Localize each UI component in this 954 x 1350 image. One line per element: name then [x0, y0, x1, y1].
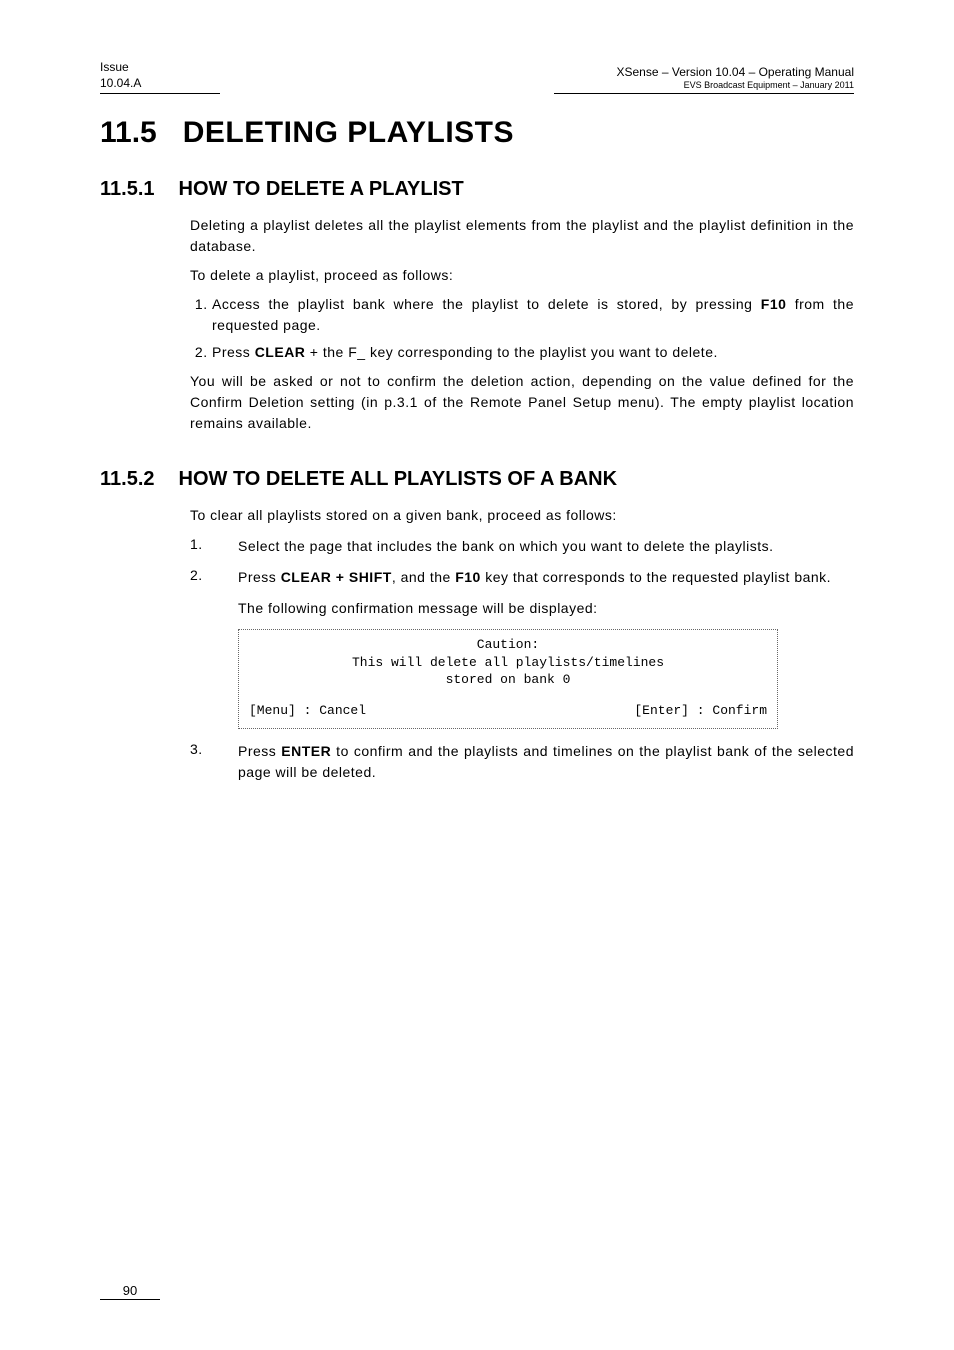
list-text: Press ENTER to confirm and the playlists…: [238, 741, 854, 783]
h2-title: HOW TO DELETE A PLAYLIST: [179, 178, 464, 201]
subsection-2-body: To clear all playlists stored on a given…: [190, 505, 854, 783]
list-item: Press CLEAR + the F_ key corresponding t…: [212, 342, 854, 363]
key-f10: F10: [761, 296, 787, 312]
list-text: Press: [212, 344, 255, 360]
h2-title: HOW TO DELETE ALL PLAYLISTS OF A BANK: [179, 468, 618, 491]
list-text: Access the playlist bank where the playl…: [212, 296, 761, 312]
h2-number: 11.5.2: [100, 468, 155, 491]
text-run: The following confirmation message will …: [238, 600, 598, 616]
subsection-1-heading: 11.5.1 HOW TO DELETE A PLAYLIST: [100, 178, 854, 201]
caution-line: Caution:: [249, 636, 767, 654]
subsection-2-heading: 11.5.2 HOW TO DELETE ALL PLAYLISTS OF A …: [100, 468, 854, 491]
key-clear-shift: CLEAR + SHIFT: [281, 569, 392, 585]
header-left: Issue 10.04.A: [100, 60, 220, 94]
list-text: + the F_ key corresponding to the playli…: [305, 344, 717, 360]
caution-line: stored on bank 0: [249, 671, 767, 689]
paragraph: Deleting a playlist deletes all the play…: [190, 215, 854, 257]
text-run: Press: [238, 569, 281, 585]
list-text: Select the page that includes the bank o…: [238, 536, 854, 557]
key-f10: F10: [455, 569, 481, 585]
company-line: EVS Broadcast Equipment – January 2011: [554, 80, 854, 91]
h1-title: DELETING PLAYLISTS: [183, 116, 514, 150]
caution-confirm: [Enter] : Confirm: [634, 703, 767, 718]
list-number: 2.: [190, 567, 210, 619]
page: Issue 10.04.A XSense – Version 10.04 – O…: [0, 0, 954, 1350]
header-right: XSense – Version 10.04 – Operating Manua…: [554, 65, 854, 94]
caution-line: This will delete all playlists/timelines: [249, 654, 767, 672]
product-line: XSense – Version 10.04 – Operating Manua…: [554, 65, 854, 80]
list-item: 1. Select the page that includes the ban…: [190, 536, 854, 557]
paragraph: To clear all playlists stored on a given…: [190, 505, 854, 526]
list-item: Access the playlist bank where the playl…: [212, 294, 854, 336]
caution-actions: [Menu] : Cancel [Enter] : Confirm: [249, 703, 767, 718]
text-run: to confirm and the playlists and timelin…: [238, 743, 854, 780]
list-number: 1.: [190, 536, 210, 557]
h2-number: 11.5.1: [100, 178, 155, 201]
text-run: , and the: [392, 569, 455, 585]
list-item: 2. Press CLEAR + SHIFT, and the F10 key …: [190, 567, 854, 619]
list-number: 3.: [190, 741, 210, 783]
caution-cancel: [Menu] : Cancel: [249, 703, 366, 718]
caution-box: Caution: This will delete all playlists/…: [238, 629, 778, 729]
h1-number: 11.5: [100, 116, 157, 150]
list-text: Press CLEAR + SHIFT, and the F10 key tha…: [238, 567, 854, 619]
subsection-1-body: Deleting a playlist deletes all the play…: [190, 215, 854, 434]
paragraph: You will be asked or not to confirm the …: [190, 371, 854, 434]
issue-value: 10.04.A: [100, 76, 220, 92]
issue-label: Issue: [100, 60, 220, 76]
caution-message: Caution: This will delete all playlists/…: [249, 636, 767, 689]
ordered-list: Access the playlist bank where the playl…: [212, 294, 854, 363]
key-enter: ENTER: [281, 743, 331, 759]
list-item: 3. Press ENTER to confirm and the playli…: [190, 741, 854, 783]
paragraph: To delete a playlist, proceed as follows…: [190, 265, 854, 286]
text-run: key that corresponds to the requested pl…: [481, 569, 831, 585]
text-run: Press: [238, 743, 281, 759]
page-number: 90: [100, 1283, 160, 1300]
page-header: Issue 10.04.A XSense – Version 10.04 – O…: [100, 60, 854, 94]
section-heading-1: 11.5 DELETING PLAYLISTS: [100, 116, 854, 150]
key-clear: CLEAR: [255, 344, 306, 360]
